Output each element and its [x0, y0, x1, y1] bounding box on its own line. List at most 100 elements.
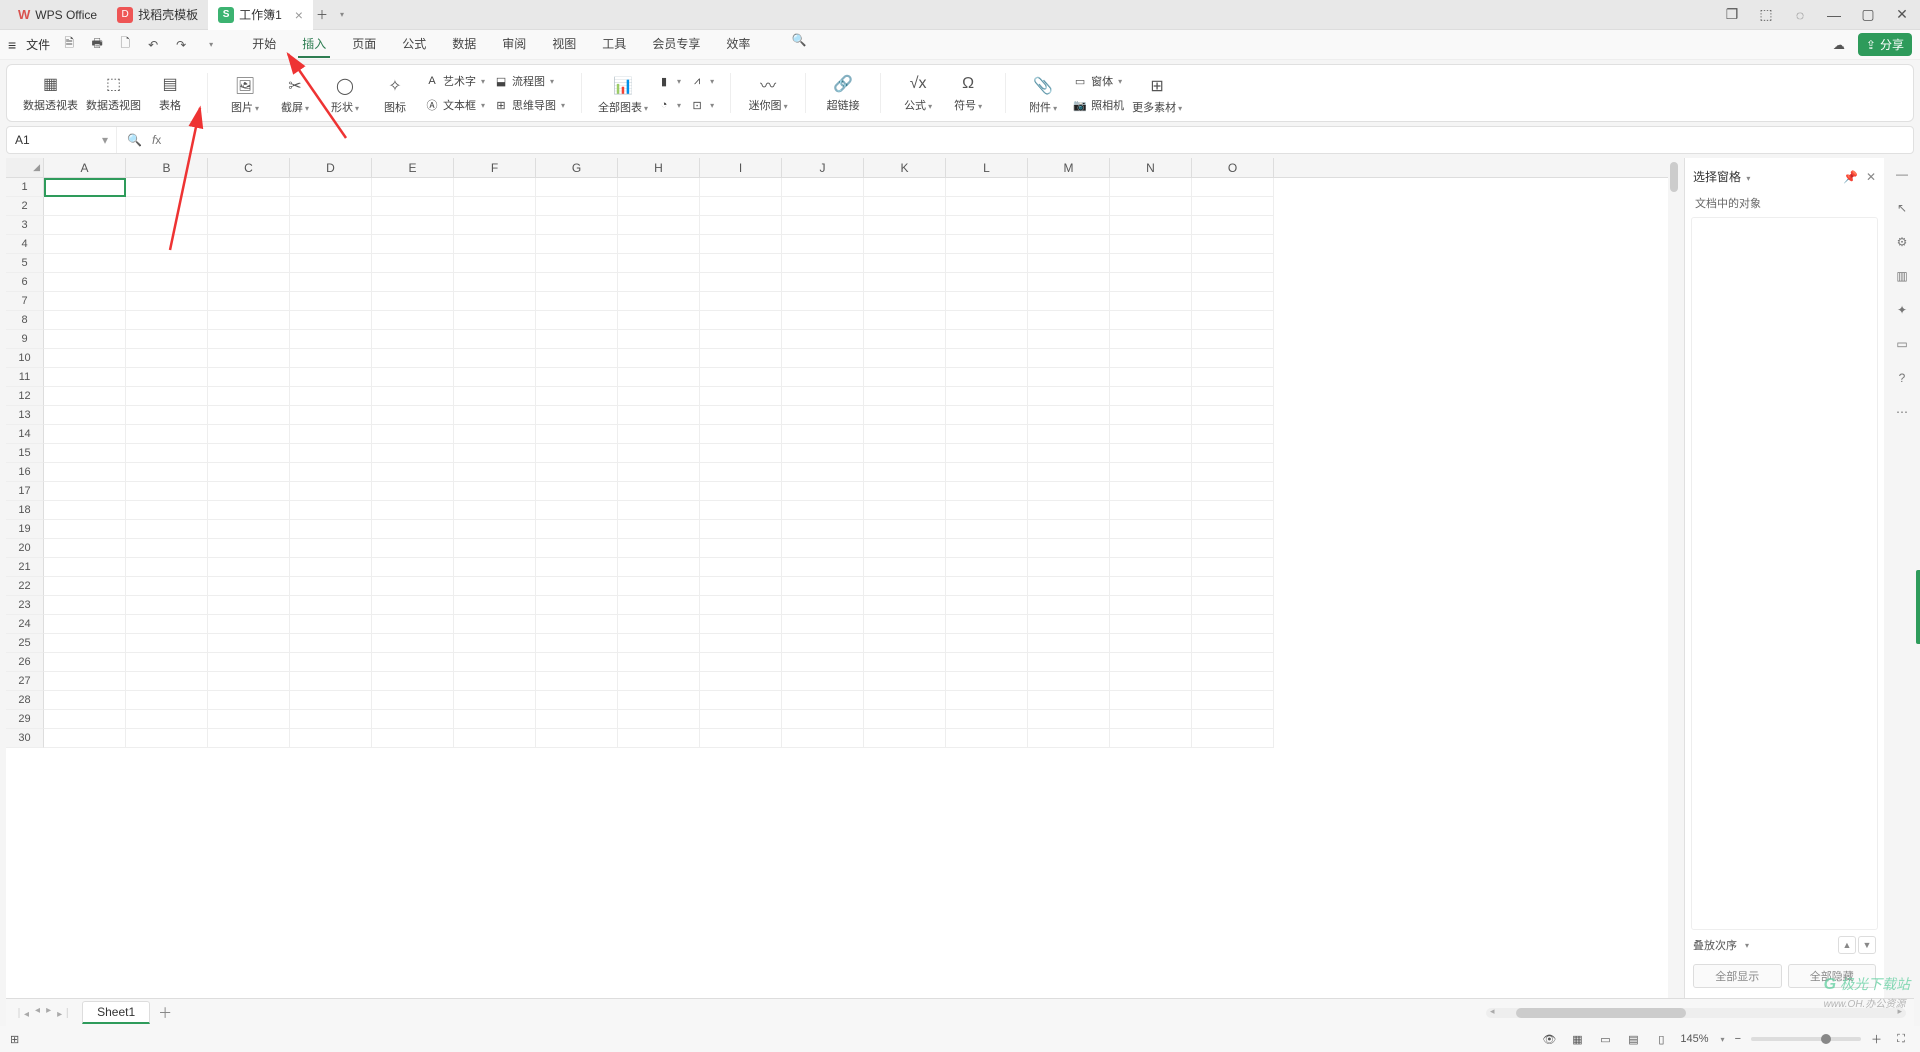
cell-J26[interactable] [782, 653, 864, 672]
more-assets-button[interactable]: ⊞更多素材▾ [1132, 75, 1182, 115]
cell-G6[interactable] [536, 273, 618, 292]
cell-M24[interactable] [1028, 615, 1110, 634]
cell-M6[interactable] [1028, 273, 1110, 292]
hscroll-thumb[interactable] [1516, 1008, 1686, 1018]
cell-H19[interactable] [618, 520, 700, 539]
cell-A5[interactable] [44, 254, 126, 273]
textbox-button[interactable]: Ⓐ文本框▾ [424, 95, 485, 115]
cell-H22[interactable] [618, 577, 700, 596]
column-header-J[interactable]: J [782, 158, 864, 177]
row-header-30[interactable]: 30 [6, 729, 44, 748]
column-chart-button[interactable]: ▮▾ [656, 71, 681, 91]
cell-O12[interactable] [1192, 387, 1274, 406]
cell-J22[interactable] [782, 577, 864, 596]
cell-I27[interactable] [700, 672, 782, 691]
cell-B13[interactable] [126, 406, 208, 425]
cell-B3[interactable] [126, 216, 208, 235]
cell-O24[interactable] [1192, 615, 1274, 634]
cell-O22[interactable] [1192, 577, 1274, 596]
row-header-25[interactable]: 25 [6, 634, 44, 653]
cell-H14[interactable] [618, 425, 700, 444]
cell-E11[interactable] [372, 368, 454, 387]
fx-icon[interactable]: fx [152, 133, 161, 147]
cell-J7[interactable] [782, 292, 864, 311]
cell-E1[interactable] [372, 178, 454, 197]
cell-G18[interactable] [536, 501, 618, 520]
cell-B1[interactable] [126, 178, 208, 197]
cell-G8[interactable] [536, 311, 618, 330]
cell-A30[interactable] [44, 729, 126, 748]
cell-L21[interactable] [946, 558, 1028, 577]
cell-D18[interactable] [290, 501, 372, 520]
cell-C10[interactable] [208, 349, 290, 368]
cell-G7[interactable] [536, 292, 618, 311]
cell-J14[interactable] [782, 425, 864, 444]
more-icon[interactable]: ⋯ [1892, 402, 1912, 422]
cell-I5[interactable] [700, 254, 782, 273]
vertical-scrollbar[interactable] [1668, 158, 1680, 998]
cell-C23[interactable] [208, 596, 290, 615]
cell-F6[interactable] [454, 273, 536, 292]
cell-K27[interactable] [864, 672, 946, 691]
hamburger-menu-icon[interactable]: ≡ [8, 37, 16, 53]
qat-dropdown[interactable]: ▾ [202, 36, 220, 54]
cell-L23[interactable] [946, 596, 1028, 615]
tab-review[interactable]: 审阅 [498, 31, 530, 58]
cell-B22[interactable] [126, 577, 208, 596]
cell-L10[interactable] [946, 349, 1028, 368]
cell-C7[interactable] [208, 292, 290, 311]
column-header-O[interactable]: O [1192, 158, 1274, 177]
cell-C21[interactable] [208, 558, 290, 577]
cell-J25[interactable] [782, 634, 864, 653]
cell-I20[interactable] [700, 539, 782, 558]
shapes-button[interactable]: ◯形状▾ [324, 75, 366, 115]
cell-B23[interactable] [126, 596, 208, 615]
row-header-23[interactable]: 23 [6, 596, 44, 615]
row-header-2[interactable]: 2 [6, 197, 44, 216]
cell-F20[interactable] [454, 539, 536, 558]
cell-E19[interactable] [372, 520, 454, 539]
cell-O7[interactable] [1192, 292, 1274, 311]
cell-N24[interactable] [1110, 615, 1192, 634]
file-menu-label[interactable]: 文件 [26, 36, 50, 53]
cell-D19[interactable] [290, 520, 372, 539]
cell-C29[interactable] [208, 710, 290, 729]
cell-B21[interactable] [126, 558, 208, 577]
cursor-icon[interactable]: ↖ [1892, 198, 1912, 218]
screenshot-button[interactable]: ✂截屏▾ [274, 75, 316, 115]
cell-O8[interactable] [1192, 311, 1274, 330]
sheet-nav-last[interactable]: ▸｜ [57, 1005, 72, 1020]
row-header-10[interactable]: 10 [6, 349, 44, 368]
row-header-16[interactable]: 16 [6, 463, 44, 482]
cell-F15[interactable] [454, 444, 536, 463]
cell-D2[interactable] [290, 197, 372, 216]
symbol-button[interactable]: Ω符号▾ [947, 73, 989, 113]
cell-C20[interactable] [208, 539, 290, 558]
cell-M14[interactable] [1028, 425, 1110, 444]
cell-E6[interactable] [372, 273, 454, 292]
cell-L24[interactable] [946, 615, 1028, 634]
cell-E9[interactable] [372, 330, 454, 349]
cell-N27[interactable] [1110, 672, 1192, 691]
cell-B20[interactable] [126, 539, 208, 558]
cell-G13[interactable] [536, 406, 618, 425]
app-tab-wps[interactable]: W WPS Office [8, 0, 107, 30]
cell-B27[interactable] [126, 672, 208, 691]
cell-M7[interactable] [1028, 292, 1110, 311]
cell-H30[interactable] [618, 729, 700, 748]
cell-G4[interactable] [536, 235, 618, 254]
column-header-G[interactable]: G [536, 158, 618, 177]
row-header-14[interactable]: 14 [6, 425, 44, 444]
cell-J23[interactable] [782, 596, 864, 615]
row-header-3[interactable]: 3 [6, 216, 44, 235]
cell-E29[interactable] [372, 710, 454, 729]
cell-G11[interactable] [536, 368, 618, 387]
tools-icon[interactable]: ✦ [1892, 300, 1912, 320]
column-header-F[interactable]: F [454, 158, 536, 177]
cell-L8[interactable] [946, 311, 1028, 330]
cell-D22[interactable] [290, 577, 372, 596]
cell-K29[interactable] [864, 710, 946, 729]
cell-O15[interactable] [1192, 444, 1274, 463]
cell-F2[interactable] [454, 197, 536, 216]
cell-E13[interactable] [372, 406, 454, 425]
